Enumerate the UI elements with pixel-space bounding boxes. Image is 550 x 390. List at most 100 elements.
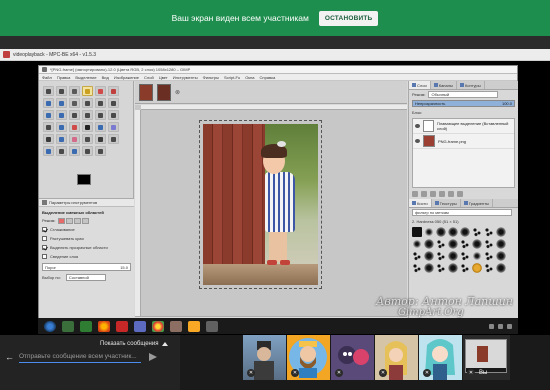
menu-layer[interactable]: Слой — [144, 75, 154, 80]
bucket-fill-tool-icon[interactable] — [95, 122, 106, 132]
brush-preview[interactable] — [472, 239, 482, 249]
select-by-dropdown[interactable]: Составной — [65, 274, 106, 281]
menu-script-fu[interactable]: Script-Fu — [224, 75, 240, 80]
taskbar-app-icon[interactable] — [116, 320, 128, 332]
ink-tool-icon[interactable] — [95, 134, 106, 144]
layer-opacity-slider[interactable]: Непрозрачность 100.0 — [412, 100, 515, 107]
participant-tile[interactable]: ✕ — [243, 335, 286, 380]
brush-preview[interactable] — [448, 251, 458, 261]
feather-checkbox[interactable] — [42, 236, 47, 241]
align-tool-icon[interactable] — [43, 110, 54, 120]
brush-preview[interactable] — [412, 239, 422, 249]
menu-windows[interactable]: Окна — [245, 75, 254, 80]
brush-preview[interactable] — [412, 263, 422, 273]
layer-visibility-eye-icon[interactable] — [415, 124, 420, 128]
warp-tool-icon[interactable] — [69, 122, 80, 132]
taskbar-app-icon[interactable] — [206, 320, 218, 332]
tool-options-tab[interactable]: Параметры инструментов — [39, 199, 134, 207]
crop-tool-icon[interactable] — [56, 110, 67, 120]
brush-preview[interactable] — [472, 263, 482, 273]
perspective-clone-tool-icon[interactable] — [56, 146, 67, 156]
brush-preview[interactable] — [472, 251, 482, 261]
brush-preview[interactable] — [496, 251, 506, 261]
tray-icon[interactable] — [507, 323, 512, 329]
taskbar-excel-icon[interactable] — [80, 320, 92, 332]
brush-preview[interactable] — [448, 239, 458, 249]
scale-tool-icon[interactable] — [82, 110, 93, 120]
brush-preview[interactable] — [436, 239, 446, 249]
menu-file[interactable]: Файл — [42, 75, 52, 80]
scissors-tool-icon[interactable] — [108, 86, 119, 96]
brush-preview[interactable] — [424, 263, 434, 273]
brush-preview[interactable] — [484, 263, 494, 273]
tray-icon[interactable] — [498, 323, 503, 329]
paintbrush-tool-icon[interactable] — [56, 134, 67, 144]
color-picker-tool-icon[interactable] — [69, 98, 80, 108]
tab-channels[interactable]: Каналы — [431, 81, 457, 89]
rect-select-tool-icon[interactable] — [43, 86, 54, 96]
image-tab-1[interactable] — [139, 83, 153, 101]
measure-tool-icon[interactable] — [95, 98, 106, 108]
show-messages-toggle[interactable]: Показать сообщения — [100, 341, 169, 347]
cage-tool-icon[interactable] — [56, 122, 67, 132]
taskbar-gimp-icon[interactable] — [170, 320, 182, 332]
brush-preview[interactable] — [484, 227, 494, 237]
participant-tile[interactable]: ✕ — [331, 335, 374, 380]
brush-preview[interactable] — [424, 227, 434, 237]
tab-patterns[interactable]: Текстуры — [432, 199, 461, 207]
mode-subtract-icon[interactable] — [74, 217, 82, 224]
selection-mode-buttons[interactable] — [58, 217, 90, 224]
delete-layer-icon[interactable] — [457, 191, 463, 197]
mode-add-icon[interactable] — [66, 217, 74, 224]
perspective-tool-icon[interactable] — [108, 110, 119, 120]
smudge-tool-icon[interactable] — [82, 146, 93, 156]
tab-brushes[interactable]: Кисти — [409, 199, 432, 207]
taskbar-firefox-icon[interactable] — [98, 320, 110, 332]
threshold-slider[interactable]: Порог 15.0 — [42, 263, 131, 271]
lower-layer-icon[interactable] — [430, 191, 436, 197]
canvas-photo[interactable] — [199, 120, 322, 289]
layer-visibility-eye-icon[interactable] — [415, 139, 420, 143]
brush-preview[interactable] — [484, 251, 494, 261]
brush-preview[interactable] — [460, 239, 470, 249]
taskbar-chrome-icon[interactable] — [152, 320, 164, 332]
participant-tile[interactable]: ✕ — [287, 335, 330, 380]
stop-sharing-button[interactable]: ОСТАНОВИТЬ — [318, 10, 379, 26]
menu-view[interactable]: Вид — [102, 75, 109, 80]
tab-gradients[interactable]: Градиенты — [461, 199, 493, 207]
fg-bg-colors[interactable] — [77, 174, 99, 190]
image-tab-2[interactable] — [157, 83, 171, 101]
fuzzy-select-tool-icon[interactable] — [82, 86, 93, 96]
brush-preview[interactable] — [436, 227, 446, 237]
tab-paths[interactable]: Контуры — [457, 81, 485, 89]
brush-preview[interactable] — [496, 239, 506, 249]
send-icon[interactable] — [149, 353, 157, 361]
transparent-option[interactable]: Выделять прозрачные области — [39, 243, 134, 252]
raise-layer-icon[interactable] — [421, 191, 427, 197]
anchor-layer-icon[interactable] — [448, 191, 454, 197]
self-tile[interactable]: ✕ Вы — [463, 335, 510, 380]
sample-merged-checkbox[interactable] — [42, 254, 47, 259]
participant-tile[interactable]: ✕ — [375, 335, 418, 380]
brush-preview[interactable] — [496, 227, 506, 237]
clone-tool-icon[interactable] — [108, 134, 119, 144]
color-select-tool-icon[interactable] — [95, 86, 106, 96]
free-select-tool-icon[interactable] — [69, 86, 80, 96]
brush-preview[interactable] — [412, 251, 422, 261]
brush-preview[interactable] — [484, 239, 494, 249]
image-tab-close-icon[interactable]: ⊗ — [175, 89, 180, 96]
move-tool-icon[interactable] — [108, 98, 119, 108]
chat-message-input[interactable] — [19, 351, 141, 363]
canvas-area[interactable] — [135, 105, 407, 316]
tab-layers[interactable]: Слои — [409, 81, 431, 89]
heal-tool-icon[interactable] — [43, 146, 54, 156]
dodge-burn-tool-icon[interactable] — [95, 146, 106, 156]
participant-tile[interactable]: ✕ — [419, 335, 462, 380]
paths-tool-icon[interactable] — [56, 98, 67, 108]
zoom-tool-icon[interactable] — [82, 98, 93, 108]
brush-preview[interactable] — [448, 263, 458, 273]
brush-filter-input[interactable]: фильтр по меткам — [412, 209, 512, 216]
mode-intersect-icon[interactable] — [82, 217, 90, 224]
rotate-tool-icon[interactable] — [69, 110, 80, 120]
feather-option[interactable]: Растушевать края — [39, 234, 134, 243]
